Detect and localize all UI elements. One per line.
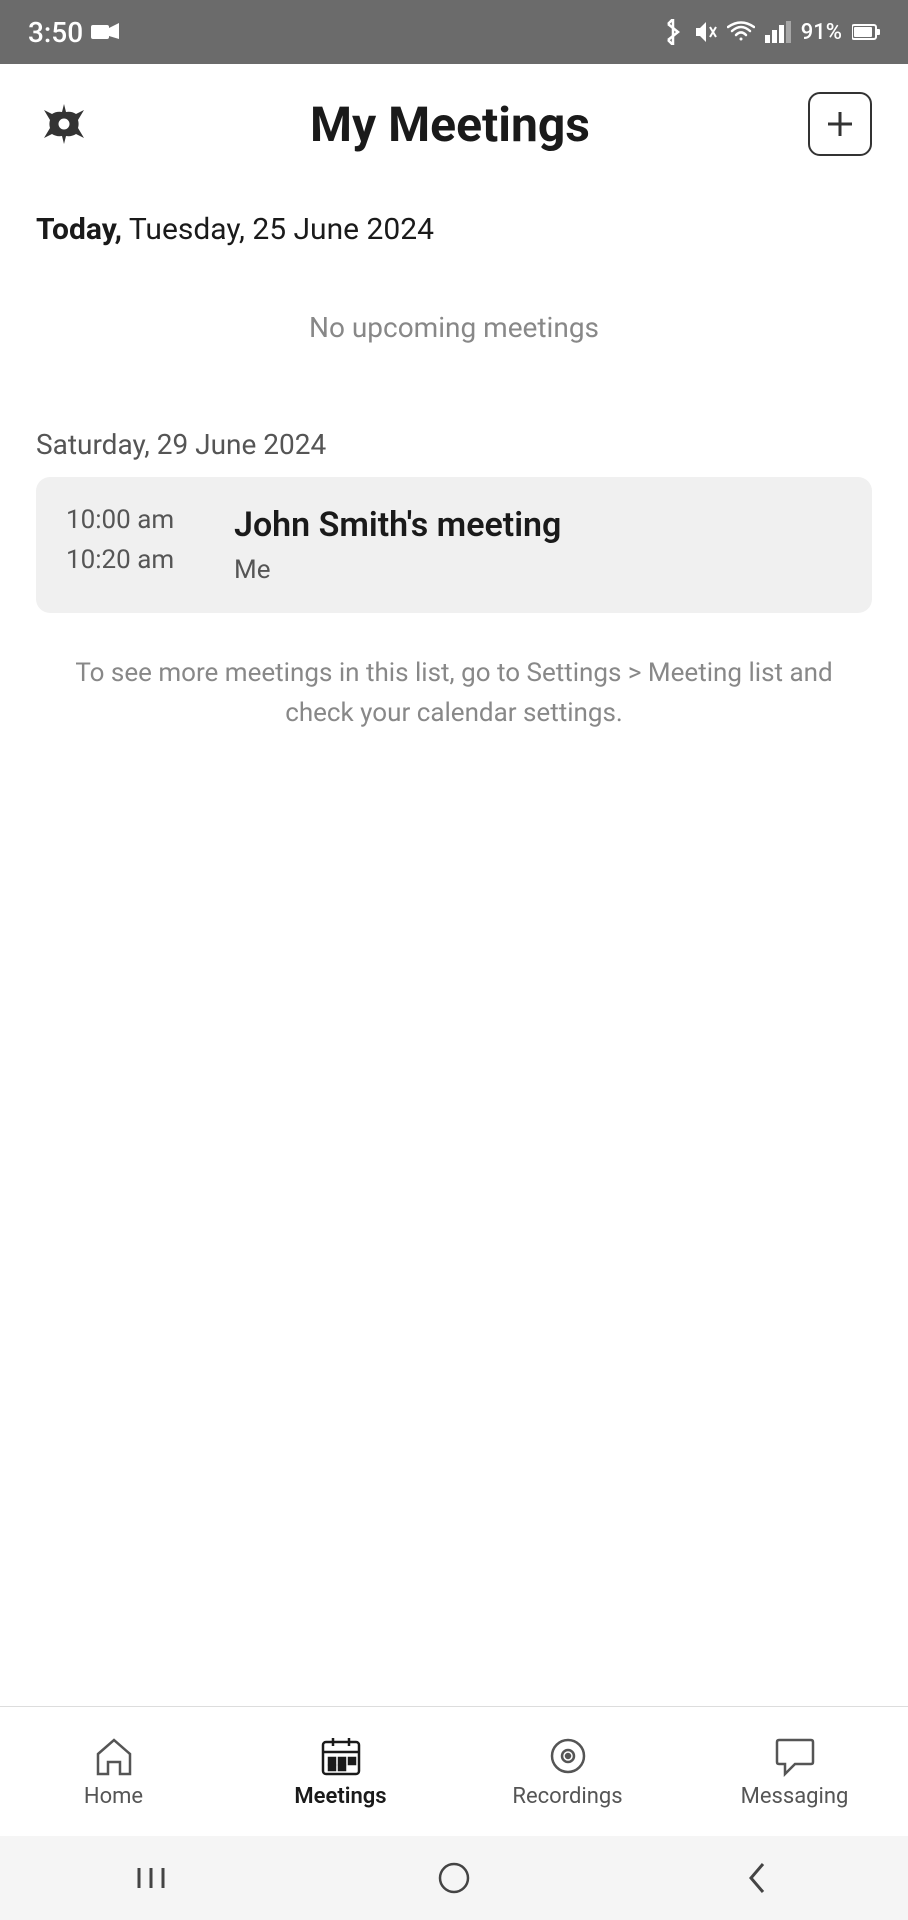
add-icon	[822, 106, 858, 142]
back-icon	[743, 1860, 771, 1896]
status-time: 3:50	[28, 16, 119, 49]
meeting-title: John Smith's meeting	[234, 505, 561, 545]
nav-item-recordings[interactable]: Recordings	[454, 1724, 681, 1819]
recents-icon	[131, 1863, 171, 1893]
nav-label-meetings: Meetings	[294, 1784, 386, 1809]
back-button[interactable]	[727, 1848, 787, 1908]
bottom-nav: Home Meetings Recordings Messaging	[0, 1706, 908, 1836]
nav-label-home: Home	[84, 1784, 143, 1809]
saturday-section: Saturday, 29 June 2024	[36, 428, 872, 461]
meeting-organizer: Me	[234, 555, 561, 585]
recents-button[interactable]	[121, 1848, 181, 1908]
nav-label-messaging: Messaging	[741, 1784, 849, 1809]
home-icon	[92, 1734, 136, 1778]
system-nav	[0, 1836, 908, 1920]
meeting-start-time: 10:00 am	[66, 505, 206, 535]
battery-icon	[852, 23, 880, 41]
nav-item-home[interactable]: Home	[0, 1724, 227, 1819]
status-icons: 91%	[663, 19, 880, 45]
nav-label-recordings: Recordings	[512, 1784, 622, 1809]
page-title: My Meetings	[310, 96, 590, 153]
camera-icon	[91, 21, 119, 43]
battery-percent: 91%	[801, 20, 842, 45]
messaging-icon	[773, 1734, 817, 1778]
time-display: 3:50	[28, 16, 83, 49]
meeting-times: 10:00 am 10:20 am	[66, 505, 206, 575]
nav-item-messaging[interactable]: Messaging	[681, 1724, 908, 1819]
status-bar: 3:50 91%	[0, 0, 908, 64]
meeting-end-time: 10:20 am	[66, 545, 206, 575]
today-bold-label: Today,	[36, 212, 122, 247]
mute-icon	[693, 20, 717, 44]
today-section: Today, Tuesday, 25 June 2024	[36, 212, 872, 247]
recordings-icon	[546, 1734, 590, 1778]
add-meeting-button[interactable]	[808, 92, 872, 156]
no-meetings-label: No upcoming meetings	[36, 263, 872, 392]
main-content: Today, Tuesday, 25 June 2024 No upcoming…	[0, 176, 908, 1706]
meeting-card[interactable]: 10:00 am 10:20 am John Smith's meeting M…	[36, 477, 872, 613]
meetings-icon	[319, 1734, 363, 1778]
home-button[interactable]	[424, 1848, 484, 1908]
saturday-date-label: Saturday, 29 June 2024	[36, 428, 872, 461]
header: My Meetings	[0, 64, 908, 176]
today-date-text: Tuesday, 25 June 2024	[122, 212, 434, 247]
gear-icon	[40, 100, 88, 148]
today-date-label: Today, Tuesday, 25 June 2024	[36, 212, 872, 247]
nav-item-meetings[interactable]: Meetings	[227, 1724, 454, 1819]
wifi-icon	[727, 21, 755, 43]
meeting-info: John Smith's meeting Me	[234, 505, 561, 585]
signal-icon	[765, 21, 791, 43]
settings-hint: To see more meetings in this list, go to…	[36, 653, 872, 734]
system-home-icon	[436, 1860, 472, 1896]
settings-button[interactable]	[36, 96, 92, 152]
bluetooth-icon	[663, 19, 683, 45]
